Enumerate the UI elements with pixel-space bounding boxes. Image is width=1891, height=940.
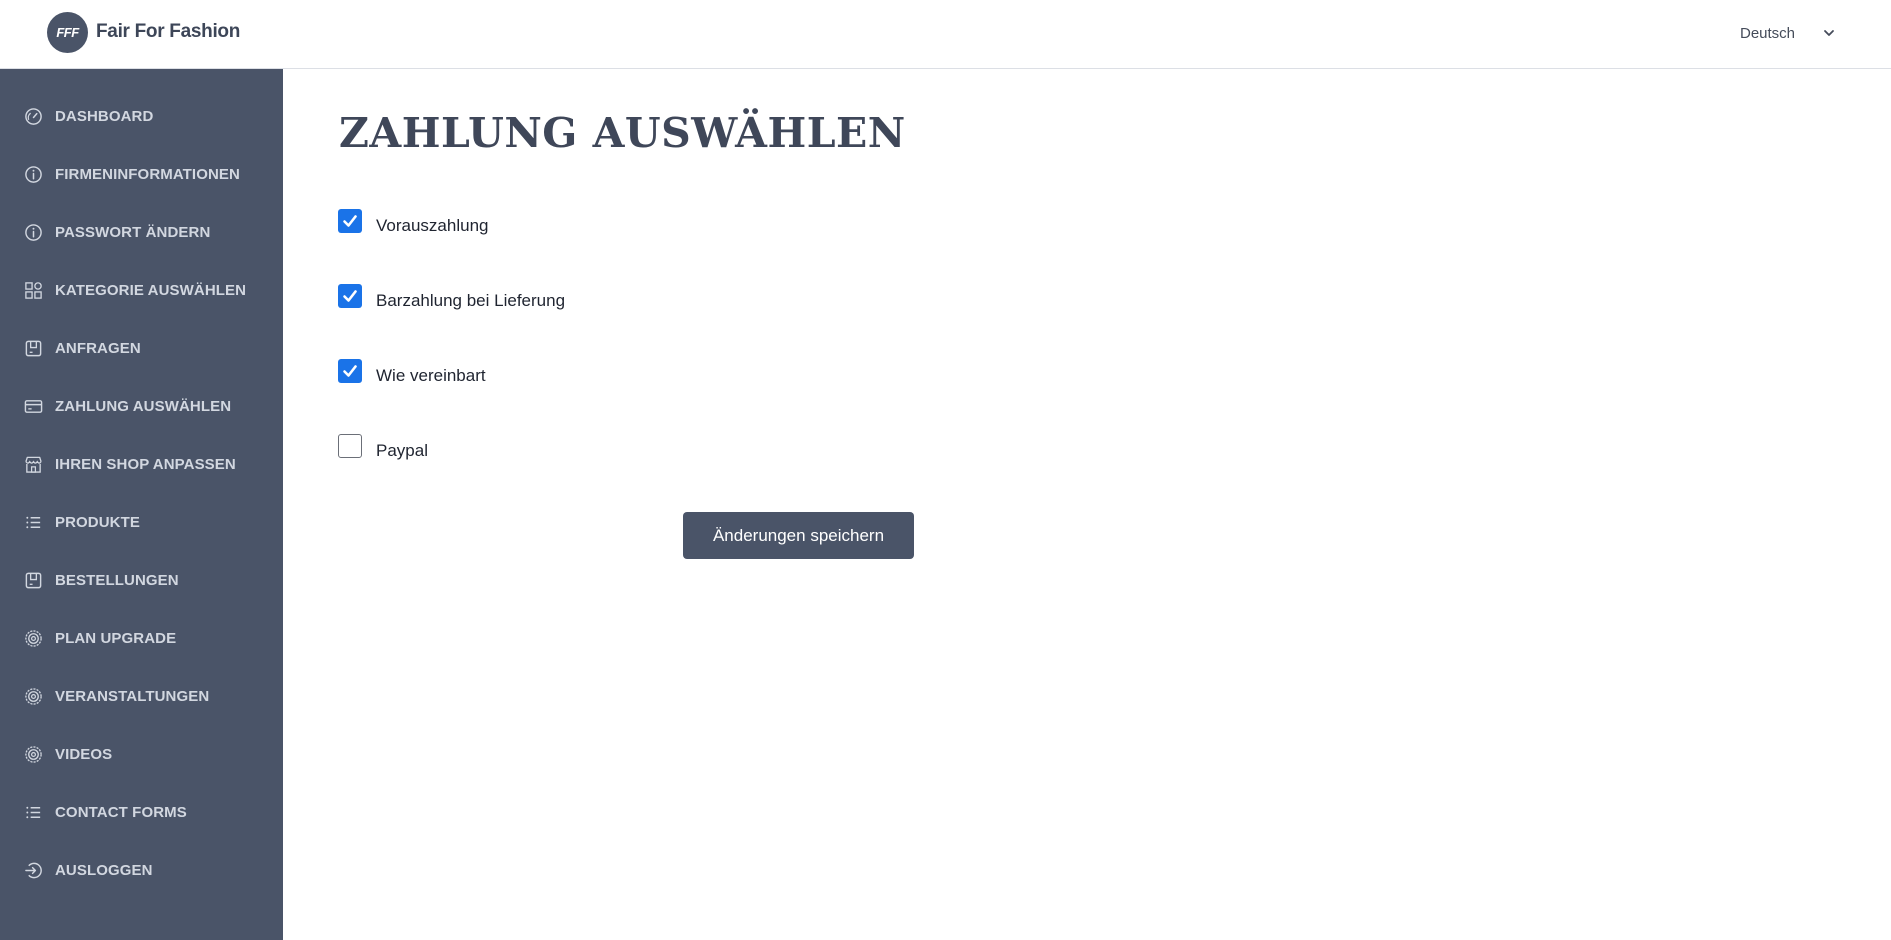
- payment-option-label: Paypal: [376, 441, 428, 460]
- sidebar-item-label: ANFRAGEN: [55, 339, 141, 357]
- category-icon: [24, 281, 43, 300]
- credit-card-icon: [24, 397, 43, 416]
- store-icon: [24, 455, 43, 474]
- logo[interactable]: FFF Fair For Fashion: [47, 11, 240, 53]
- language-label: Deutsch: [1740, 24, 1796, 42]
- sidebar-item-label: VIDEOS: [55, 745, 113, 763]
- bag-icon: [24, 571, 43, 590]
- page-title: ZAHLUNG AUSWÄHLEN: [339, 109, 906, 157]
- check-icon: [343, 365, 357, 377]
- sidebar-item-select-payment[interactable]: ZAHLUNG AUSWÄHLEN: [0, 384, 283, 428]
- payment-option-label: Barzahlung bei Lieferung: [376, 291, 566, 310]
- sidebar-item-label: PASSWORT ÄNDERN: [55, 223, 211, 241]
- sidebar: DASHBOARD FIRMENINFORMATIONEN PASSWORT Ä…: [0, 69, 283, 940]
- info-icon: [24, 223, 43, 242]
- sidebar-item-dashboard[interactable]: DASHBOARD: [0, 94, 283, 138]
- sidebar-item-logout[interactable]: AUSLOGGEN: [0, 848, 283, 892]
- main-content: ZAHLUNG AUSWÄHLEN Vorauszahlung Barzahlu…: [283, 69, 1891, 940]
- bag-icon: [24, 339, 43, 358]
- sidebar-item-label: PRODUKTE: [55, 513, 140, 531]
- sidebar-item-label: ZAHLUNG AUSWÄHLEN: [55, 397, 232, 415]
- chevron-down-icon: [1824, 30, 1834, 36]
- sidebar-item-label: FIRMENINFORMATIONEN: [55, 165, 240, 183]
- payment-option-paypal[interactable]: Paypal: [338, 430, 428, 462]
- save-changes-button[interactable]: Änderungen speichern: [683, 512, 914, 559]
- payment-option-cash-on-delivery[interactable]: Barzahlung bei Lieferung: [338, 280, 565, 312]
- checkbox-prepayment[interactable]: [338, 209, 362, 233]
- sidebar-item-label: VERANSTALTUNGEN: [55, 687, 210, 705]
- gear-icon: [24, 687, 43, 706]
- sidebar-item-label: PLAN UPGRADE: [55, 629, 177, 647]
- payment-option-label: Wie vereinbart: [376, 366, 486, 385]
- logo-text: Fair For Fashion: [96, 21, 241, 42]
- list-icon: [24, 803, 43, 822]
- sidebar-item-products[interactable]: PRODUKTE: [0, 500, 283, 544]
- dashboard-icon: [24, 107, 43, 126]
- sidebar-item-inquiries[interactable]: ANFRAGEN: [0, 326, 283, 370]
- sidebar-item-events[interactable]: VERANSTALTUNGEN: [0, 674, 283, 718]
- sidebar-item-label: CONTACT FORMS: [55, 803, 187, 821]
- gear-icon: [24, 629, 43, 648]
- checkbox-paypal[interactable]: [338, 434, 362, 458]
- sidebar-item-label: BESTELLUNGEN: [55, 571, 179, 589]
- list-icon: [24, 513, 43, 532]
- sidebar-item-label: DASHBOARD: [55, 107, 154, 125]
- sidebar-item-videos[interactable]: VIDEOS: [0, 732, 283, 776]
- logout-icon: [24, 861, 43, 880]
- sidebar-item-select-category[interactable]: KATEGORIE AUSWÄHLEN: [0, 268, 283, 312]
- payment-option-as-agreed[interactable]: Wie vereinbart: [338, 355, 486, 387]
- gear-icon: [24, 745, 43, 764]
- sidebar-item-plan-upgrade[interactable]: PLAN UPGRADE: [0, 616, 283, 660]
- payment-option-prepayment[interactable]: Vorauszahlung: [338, 205, 488, 237]
- check-icon: [343, 215, 357, 227]
- language-select[interactable]: Deutsch: [1740, 20, 1835, 46]
- payment-option-label: Vorauszahlung: [376, 216, 489, 235]
- sidebar-item-company-info[interactable]: FIRMENINFORMATIONEN: [0, 152, 283, 196]
- sidebar-item-contact-forms[interactable]: CONTACT FORMS: [0, 790, 283, 834]
- sidebar-item-label: KATEGORIE AUSWÄHLEN: [55, 281, 247, 299]
- sidebar-item-label: IHREN SHOP ANPASSEN: [55, 455, 236, 473]
- logo-mark: FFF: [47, 11, 88, 53]
- sidebar-item-customize-shop[interactable]: IHREN SHOP ANPASSEN: [0, 442, 283, 486]
- sidebar-item-orders[interactable]: BESTELLUNGEN: [0, 558, 283, 602]
- sidebar-item-change-password[interactable]: PASSWORT ÄNDERN: [0, 210, 283, 254]
- check-icon: [343, 290, 357, 302]
- top-bar: FFF Fair For Fashion Deutsch: [0, 0, 1891, 69]
- sidebar-item-label: AUSLOGGEN: [55, 861, 153, 879]
- checkbox-cash-on-delivery[interactable]: [338, 284, 362, 308]
- info-icon: [24, 165, 43, 184]
- checkbox-as-agreed[interactable]: [338, 359, 362, 383]
